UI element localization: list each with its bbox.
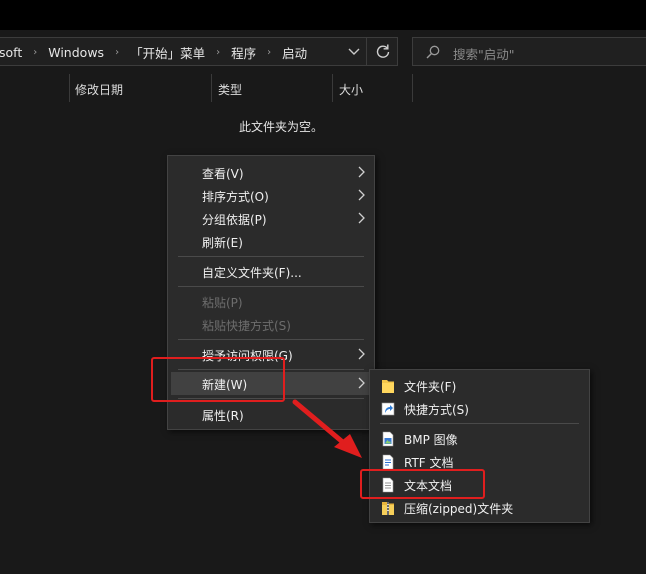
annotation-arrow-icon	[292, 399, 362, 458]
